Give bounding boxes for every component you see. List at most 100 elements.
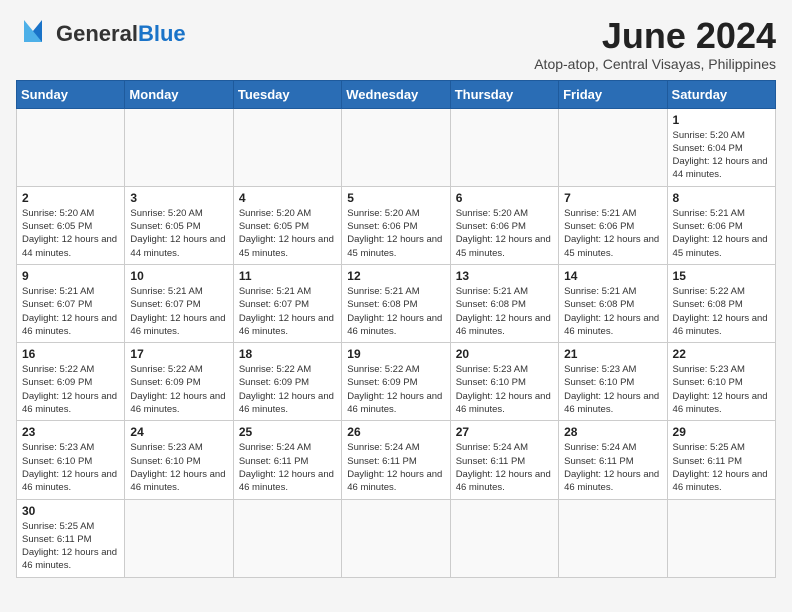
day-number: 23 — [22, 425, 119, 439]
day-cell — [667, 499, 775, 577]
day-number: 29 — [673, 425, 770, 439]
day-info: Sunrise: 5:24 AMSunset: 6:11 PMDaylight:… — [456, 441, 553, 494]
title-area: June 2024 Atop-atop, Central Visayas, Ph… — [534, 16, 776, 72]
day-info: Sunrise: 5:21 AMSunset: 6:08 PMDaylight:… — [347, 285, 444, 338]
day-number: 20 — [456, 347, 553, 361]
day-number: 21 — [564, 347, 661, 361]
day-cell: 4 Sunrise: 5:20 AMSunset: 6:05 PMDaylight… — [233, 186, 341, 264]
day-info: Sunrise: 5:21 AMSunset: 6:08 PMDaylight:… — [456, 285, 553, 338]
day-cell: 12 Sunrise: 5:21 AMSunset: 6:08 PMDayligh… — [342, 264, 450, 342]
day-cell: 29 Sunrise: 5:25 AMSunset: 6:11 PMDayligh… — [667, 421, 775, 499]
day-cell: 20Sunrise: 5:23 AMSunset: 6:10 PMDayligh… — [450, 343, 558, 421]
day-number: 4 — [239, 191, 336, 205]
day-cell — [17, 108, 125, 186]
day-number: 6 — [456, 191, 553, 205]
day-cell: 22Sunrise: 5:23 AMSunset: 6:10 PMDayligh… — [667, 343, 775, 421]
day-cell — [559, 108, 667, 186]
day-number: 12 — [347, 269, 444, 283]
day-info: Sunrise: 5:20 AMSunset: 6:05 PMDaylight:… — [239, 207, 336, 260]
day-cell — [233, 108, 341, 186]
day-number: 16 — [22, 347, 119, 361]
day-cell: 27Sunrise: 5:24 AMSunset: 6:11 PMDayligh… — [450, 421, 558, 499]
week-row-5: 23 Sunrise: 5:23 AMSunset: 6:10 PMDayligh… — [17, 421, 776, 499]
day-info: Sunrise: 5:20 AMSunset: 6:04 PMDaylight:… — [673, 129, 770, 182]
day-number: 28 — [564, 425, 661, 439]
day-number: 7 — [564, 191, 661, 205]
week-row-3: 9 Sunrise: 5:21 AMSunset: 6:07 PMDaylight… — [17, 264, 776, 342]
day-cell: 14 Sunrise: 5:21 AMSunset: 6:08 PMDayligh… — [559, 264, 667, 342]
header-day-tuesday: Tuesday — [233, 80, 341, 108]
day-number: 11 — [239, 269, 336, 283]
day-info: Sunrise: 5:22 AMSunset: 6:09 PMDaylight:… — [22, 363, 119, 416]
day-cell: 3 Sunrise: 5:20 AMSunset: 6:05 PMDaylight… — [125, 186, 233, 264]
day-cell: 2Sunrise: 5:20 AMSunset: 6:05 PMDaylight… — [17, 186, 125, 264]
day-number: 15 — [673, 269, 770, 283]
day-info: Sunrise: 5:24 AMSunset: 6:11 PMDaylight:… — [239, 441, 336, 494]
day-number: 8 — [673, 191, 770, 205]
day-cell: 25 Sunrise: 5:24 AMSunset: 6:11 PMDayligh… — [233, 421, 341, 499]
day-cell: 21 Sunrise: 5:23 AMSunset: 6:10 PMDayligh… — [559, 343, 667, 421]
day-cell: 16 Sunrise: 5:22 AMSunset: 6:09 PMDayligh… — [17, 343, 125, 421]
day-info: Sunrise: 5:23 AMSunset: 6:10 PMDaylight:… — [673, 363, 770, 416]
day-info: Sunrise: 5:21 AMSunset: 6:07 PMDaylight:… — [22, 285, 119, 338]
day-number: 13 — [456, 269, 553, 283]
day-number: 3 — [130, 191, 227, 205]
day-info: Sunrise: 5:20 AMSunset: 6:05 PMDaylight:… — [22, 207, 119, 260]
day-cell: 7 Sunrise: 5:21 AMSunset: 6:06 PMDaylight… — [559, 186, 667, 264]
day-cell: 24 Sunrise: 5:23 AMSunset: 6:10 PMDayligh… — [125, 421, 233, 499]
day-info: Sunrise: 5:20 AMSunset: 6:05 PMDaylight:… — [130, 207, 227, 260]
header-day-saturday: Saturday — [667, 80, 775, 108]
day-cell: 10 Sunrise: 5:21 AMSunset: 6:07 PMDayligh… — [125, 264, 233, 342]
day-number: 19 — [347, 347, 444, 361]
header-row: SundayMondayTuesdayWednesdayThursdayFrid… — [17, 80, 776, 108]
day-number: 24 — [130, 425, 227, 439]
day-cell: 8 Sunrise: 5:21 AMSunset: 6:06 PMDaylight… — [667, 186, 775, 264]
calendar-table: SundayMondayTuesdayWednesdayThursdayFrid… — [16, 80, 776, 578]
day-number: 18 — [239, 347, 336, 361]
day-cell: 11 Sunrise: 5:21 AMSunset: 6:07 PMDayligh… — [233, 264, 341, 342]
day-cell: 6 Sunrise: 5:20 AMSunset: 6:06 PMDaylight… — [450, 186, 558, 264]
day-number: 14 — [564, 269, 661, 283]
week-row-2: 2Sunrise: 5:20 AMSunset: 6:05 PMDaylight… — [17, 186, 776, 264]
day-info: Sunrise: 5:23 AMSunset: 6:10 PMDaylight:… — [130, 441, 227, 494]
week-row-4: 16 Sunrise: 5:22 AMSunset: 6:09 PMDayligh… — [17, 343, 776, 421]
logo-text: GeneralBlue — [56, 21, 186, 46]
week-row-6: 30Sunrise: 5:25 AMSunset: 6:11 PMDayligh… — [17, 499, 776, 577]
day-info: Sunrise: 5:21 AMSunset: 6:06 PMDaylight:… — [564, 207, 661, 260]
day-cell — [559, 499, 667, 577]
day-cell: 26 Sunrise: 5:24 AMSunset: 6:11 PMDayligh… — [342, 421, 450, 499]
day-number: 9 — [22, 269, 119, 283]
header-day-thursday: Thursday — [450, 80, 558, 108]
day-number: 10 — [130, 269, 227, 283]
day-info: Sunrise: 5:21 AMSunset: 6:07 PMDaylight:… — [239, 285, 336, 338]
day-number: 17 — [130, 347, 227, 361]
subtitle: Atop-atop, Central Visayas, Philippines — [534, 56, 776, 72]
day-info: Sunrise: 5:23 AMSunset: 6:10 PMDaylight:… — [564, 363, 661, 416]
day-info: Sunrise: 5:24 AMSunset: 6:11 PMDaylight:… — [347, 441, 444, 494]
day-info: Sunrise: 5:25 AMSunset: 6:11 PMDaylight:… — [22, 520, 119, 573]
day-number: 5 — [347, 191, 444, 205]
day-cell — [450, 499, 558, 577]
day-info: Sunrise: 5:22 AMSunset: 6:09 PMDaylight:… — [130, 363, 227, 416]
day-cell: 23Sunrise: 5:23 AMSunset: 6:10 PMDayligh… — [17, 421, 125, 499]
day-cell — [233, 499, 341, 577]
header: GeneralBlue June 2024 Atop-atop, Central… — [16, 16, 776, 72]
week-row-1: 1Sunrise: 5:20 AMSunset: 6:04 PMDaylight… — [17, 108, 776, 186]
day-cell: 28Sunrise: 5:24 AMSunset: 6:11 PMDayligh… — [559, 421, 667, 499]
day-info: Sunrise: 5:22 AMSunset: 6:09 PMDaylight:… — [239, 363, 336, 416]
day-number: 26 — [347, 425, 444, 439]
day-cell — [450, 108, 558, 186]
day-info: Sunrise: 5:20 AMSunset: 6:06 PMDaylight:… — [347, 207, 444, 260]
day-cell: 9 Sunrise: 5:21 AMSunset: 6:07 PMDaylight… — [17, 264, 125, 342]
header-day-sunday: Sunday — [17, 80, 125, 108]
day-cell: 1Sunrise: 5:20 AMSunset: 6:04 PMDaylight… — [667, 108, 775, 186]
day-number: 25 — [239, 425, 336, 439]
day-cell — [342, 499, 450, 577]
day-info: Sunrise: 5:25 AMSunset: 6:11 PMDaylight:… — [673, 441, 770, 494]
day-info: Sunrise: 5:21 AMSunset: 6:08 PMDaylight:… — [564, 285, 661, 338]
day-info: Sunrise: 5:20 AMSunset: 6:06 PMDaylight:… — [456, 207, 553, 260]
day-info: Sunrise: 5:21 AMSunset: 6:07 PMDaylight:… — [130, 285, 227, 338]
header-day-monday: Monday — [125, 80, 233, 108]
header-day-friday: Friday — [559, 80, 667, 108]
day-info: Sunrise: 5:21 AMSunset: 6:06 PMDaylight:… — [673, 207, 770, 260]
